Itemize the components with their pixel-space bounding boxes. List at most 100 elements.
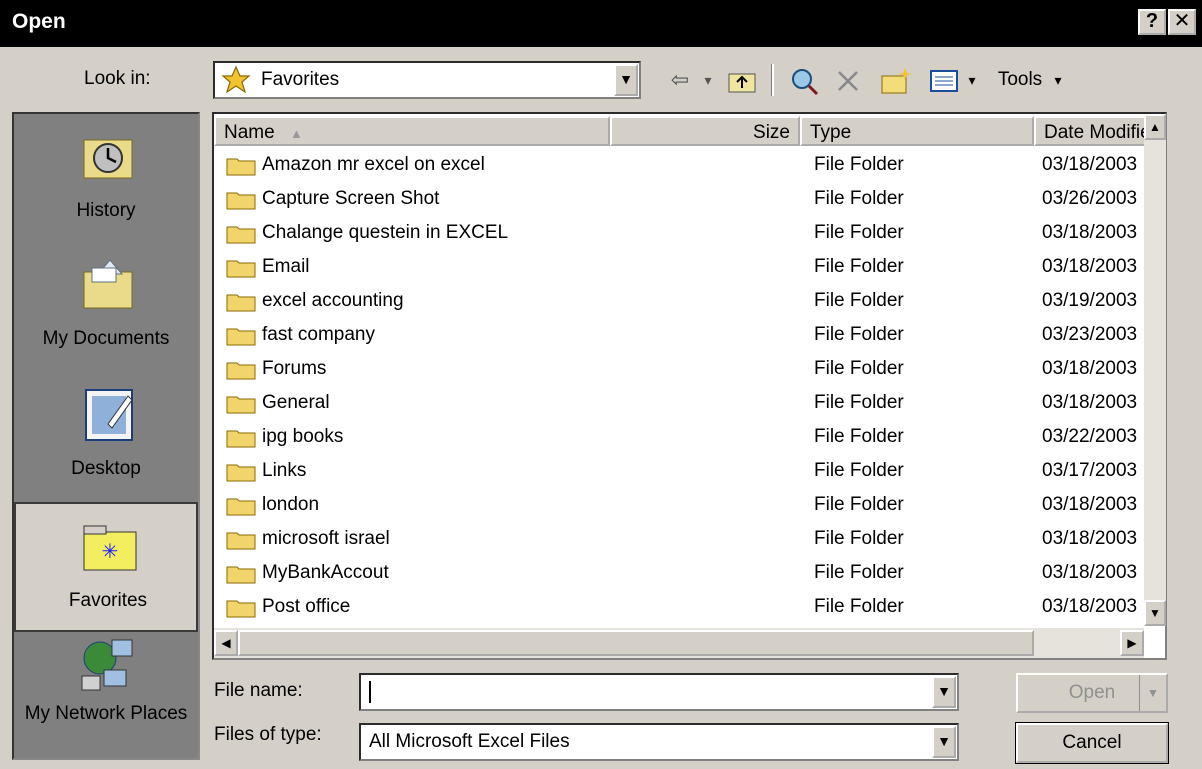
file-name: ipg books xyxy=(262,426,344,447)
favorites-star-icon xyxy=(221,65,251,94)
file-date: 03/26/2003 xyxy=(1042,188,1138,209)
file-row[interactable]: london File Folder 03/18/2003 xyxy=(222,488,1152,522)
file-row[interactable]: Email File Folder 03/18/2003 xyxy=(222,250,1152,284)
file-date: 03/18/2003 xyxy=(1042,528,1138,549)
file-date: 03/17/2003 xyxy=(1042,460,1138,481)
create-new-folder-button[interactable] xyxy=(874,62,918,98)
up-one-level-button[interactable] xyxy=(722,62,762,98)
favorites-folder-icon: ✳ xyxy=(83,525,137,571)
dialog-title: Open xyxy=(12,10,66,33)
svg-text:✳: ✳ xyxy=(102,539,119,563)
horizontal-scrollbar[interactable]: ◀ ▶ xyxy=(214,628,1144,658)
file-row[interactable]: Links File Folder 03/17/2003 xyxy=(222,454,1152,488)
file-type: File Folder xyxy=(814,188,904,209)
place-history[interactable]: History xyxy=(14,114,198,240)
file-type: File Folder xyxy=(814,426,904,447)
column-type-label: Type xyxy=(810,122,852,143)
files-of-type-value: All Microsoft Excel Files xyxy=(369,731,570,752)
column-header-type[interactable]: Type xyxy=(800,116,1034,146)
desktop-icon xyxy=(85,389,133,441)
scroll-left-arrow-icon[interactable]: ◀ xyxy=(214,630,238,656)
column-header-date-modified[interactable]: Date Modified xyxy=(1034,116,1146,146)
column-header-name[interactable]: Name ▲ xyxy=(214,116,610,146)
file-row[interactable]: Forums File Folder 03/18/2003 xyxy=(222,352,1152,386)
close-button[interactable]: ✕ xyxy=(1168,9,1196,35)
open-button[interactable]: Open ▼ xyxy=(1016,673,1168,713)
network-places-icon xyxy=(81,639,133,691)
file-type: File Folder xyxy=(814,460,904,481)
file-list: Name ▲ Size Type Date Modified Amazon mr… xyxy=(212,112,1167,660)
look-in-dropdown-arrow-icon[interactable]: ▼ xyxy=(614,64,638,96)
file-date: 03/18/2003 xyxy=(1042,256,1138,277)
folder-icon xyxy=(226,294,256,312)
file-type: File Folder xyxy=(814,392,904,413)
file-row[interactable]: MyBankAccout File Folder 03/18/2003 xyxy=(222,556,1152,590)
delete-button[interactable] xyxy=(828,62,868,98)
scroll-right-arrow-icon[interactable]: ▶ xyxy=(1120,630,1144,656)
place-label: History xyxy=(76,200,136,221)
tools-dropdown-icon[interactable]: ▾ xyxy=(1050,62,1066,98)
back-button[interactable]: ⇦ xyxy=(660,62,700,98)
folder-icon xyxy=(226,396,256,414)
file-row[interactable]: Amazon mr excel on excel File Folder 03/18… xyxy=(222,148,1152,182)
vertical-scrollbar[interactable]: ▲ ▼ xyxy=(1144,114,1166,626)
file-row[interactable]: General File Folder 03/18/2003 xyxy=(222,386,1152,420)
look-in-dropdown[interactable]: Favorites ▼ xyxy=(213,61,641,99)
open-dropdown-arrow-icon[interactable]: ▼ xyxy=(1139,675,1166,711)
file-row[interactable]: ipg books File Folder 03/22/2003 xyxy=(222,420,1152,454)
file-type: File Folder xyxy=(814,494,904,515)
sort-ascending-icon: ▲ xyxy=(289,126,303,141)
folder-icon xyxy=(226,192,256,210)
scroll-down-arrow-icon[interactable]: ▼ xyxy=(1144,600,1166,626)
file-row[interactable]: microsoft israel File Folder 03/18/2003 xyxy=(222,522,1152,556)
place-desktop[interactable]: Desktop xyxy=(14,372,198,498)
cancel-button[interactable]: Cancel xyxy=(1015,722,1169,764)
folder-icon xyxy=(226,362,256,380)
file-type: File Folder xyxy=(814,562,904,583)
file-row[interactable]: excel accounting File Folder 03/19/2003 xyxy=(222,284,1152,318)
file-name: Capture Screen Shot xyxy=(262,188,440,209)
place-favorites[interactable]: ✳ Favorites xyxy=(14,502,198,632)
file-name-input[interactable]: ▼ xyxy=(359,673,959,711)
file-type: File Folder xyxy=(814,222,904,243)
help-button[interactable]: ? xyxy=(1138,9,1166,35)
file-row[interactable]: Chalange questein in EXCEL File Folder 03/… xyxy=(222,216,1152,250)
place-my-documents[interactable]: My Documents xyxy=(14,242,198,368)
files-of-type-dropdown[interactable]: All Microsoft Excel Files ▼ xyxy=(359,723,959,761)
file-date: 03/18/2003 xyxy=(1042,596,1138,617)
column-header-size[interactable]: Size xyxy=(610,116,800,146)
place-label: My Documents xyxy=(42,328,170,349)
file-type: File Folder xyxy=(814,256,904,277)
search-web-icon xyxy=(792,69,819,96)
file-row[interactable]: fast company File Folder 03/23/2003 xyxy=(222,318,1152,352)
file-name-dropdown-arrow-icon[interactable]: ▼ xyxy=(932,676,956,708)
file-name: Forums xyxy=(262,358,327,379)
back-dropdown-icon[interactable]: ▾ xyxy=(700,62,716,98)
folder-icon xyxy=(226,260,256,278)
file-name: General xyxy=(262,392,330,413)
file-type: File Folder xyxy=(814,154,904,175)
scroll-up-arrow-icon[interactable]: ▲ xyxy=(1144,114,1166,140)
file-date: 03/18/2003 xyxy=(1042,562,1138,583)
column-date-label: Date Modified xyxy=(1044,122,1144,143)
search-web-button[interactable] xyxy=(784,62,824,98)
place-label: Desktop xyxy=(71,458,141,479)
place-label: Favorites xyxy=(68,590,148,611)
file-row[interactable]: Capture Screen Shot File Folder 03/26/2003 xyxy=(222,182,1152,216)
place-my-network-places[interactable]: My Network Places xyxy=(14,634,198,760)
tools-menu-button[interactable]: Tools xyxy=(988,62,1052,98)
file-date: 03/18/2003 xyxy=(1042,154,1138,175)
scroll-thumb[interactable] xyxy=(238,630,1034,656)
folder-icon xyxy=(226,430,256,448)
file-name-label: File name: xyxy=(214,680,303,701)
folder-icon xyxy=(226,158,256,176)
folder-icon xyxy=(226,532,256,550)
delete-x-icon xyxy=(838,71,858,92)
file-type: File Folder xyxy=(814,596,904,617)
views-dropdown-icon[interactable]: ▾ xyxy=(964,62,980,98)
title-bar: Open ? ✕ xyxy=(0,0,1202,47)
files-of-type-dropdown-arrow-icon[interactable]: ▼ xyxy=(932,726,956,758)
views-button[interactable] xyxy=(924,62,964,98)
file-row[interactable]: Post office File Folder 03/18/2003 xyxy=(222,590,1152,624)
column-name-label: Name xyxy=(224,122,275,143)
